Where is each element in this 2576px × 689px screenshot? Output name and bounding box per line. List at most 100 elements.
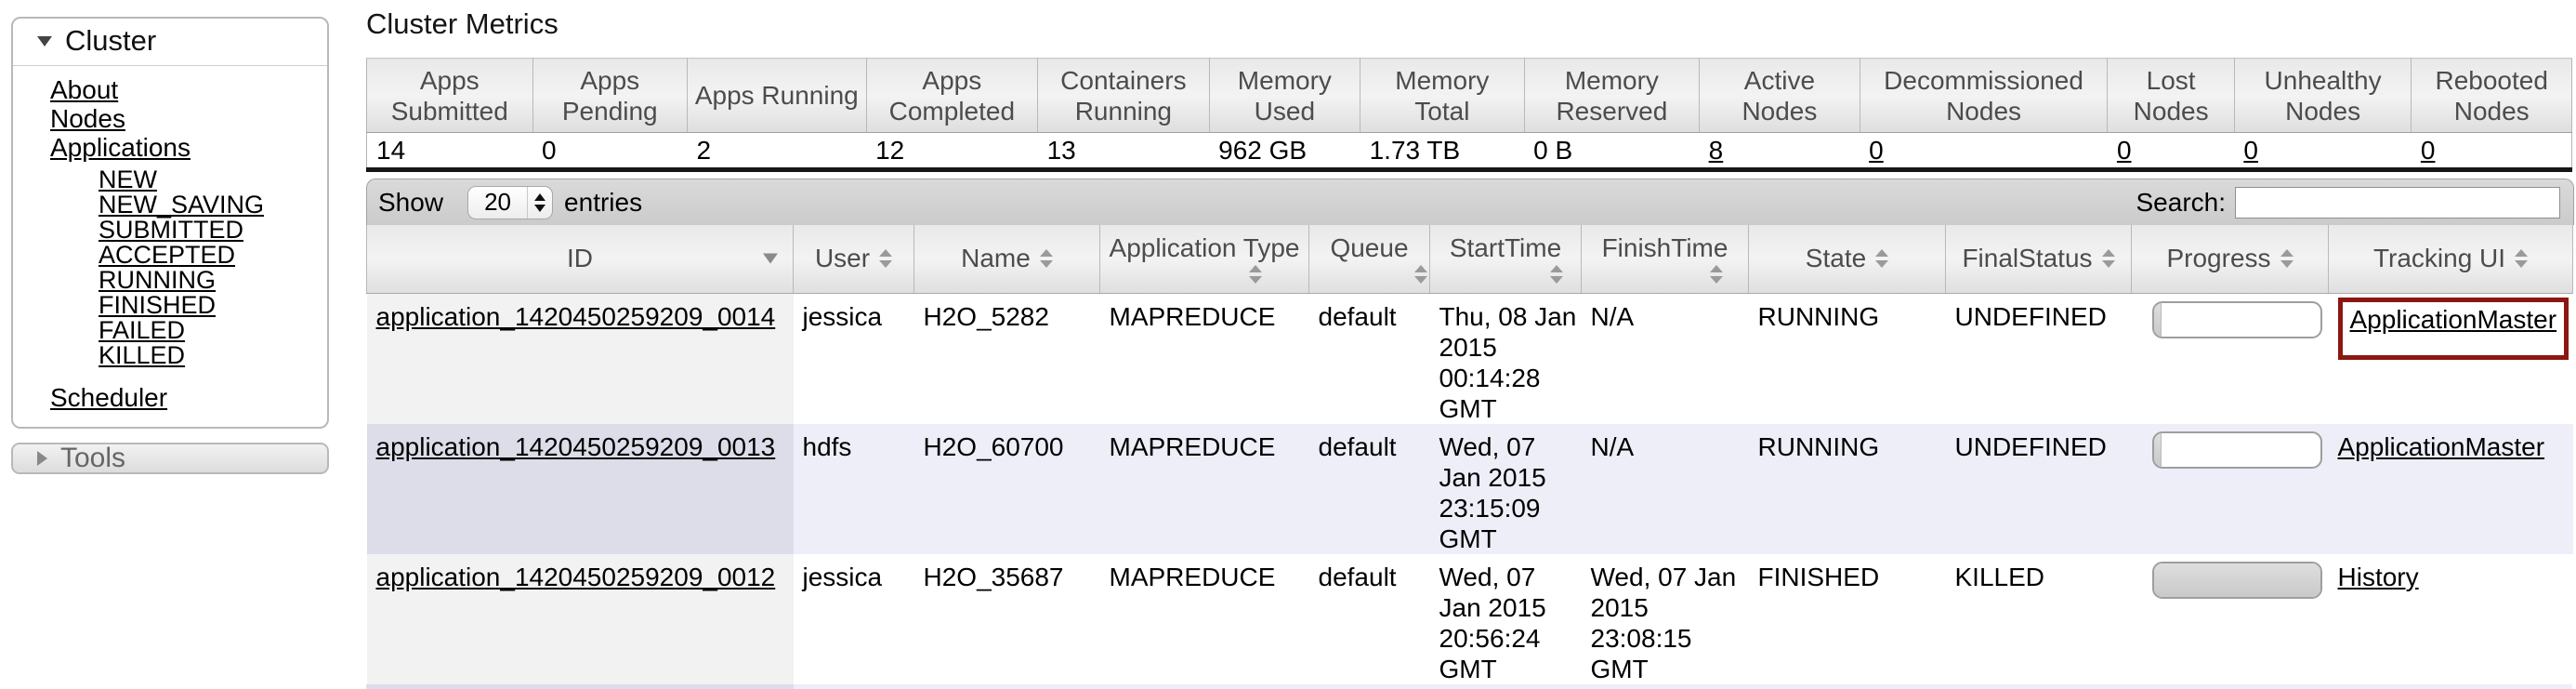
sidebar-item-failed[interactable]: FAILED xyxy=(99,316,185,344)
cell-application-type: MAPREDUCE xyxy=(1100,293,1309,424)
sidebar-item-submitted[interactable]: SUBMITTED xyxy=(99,216,243,244)
sidebar-item-new[interactable]: NEW xyxy=(99,166,157,193)
column-header-finalstatus[interactable]: FinalStatus xyxy=(1946,225,2132,293)
sort-both-icon xyxy=(2280,249,2293,268)
sidebar-item-running[interactable]: RUNNING xyxy=(99,266,216,294)
sidebar-item-killed[interactable]: KILLED xyxy=(99,341,185,369)
application-id-link[interactable]: application_1420450259209_0013 xyxy=(376,432,776,461)
metric-link-active-nodes[interactable]: 8 xyxy=(1709,136,1724,165)
cell-user: jessica xyxy=(794,554,914,684)
sidebar-item-nodes[interactable]: Nodes xyxy=(50,104,125,133)
sort-both-icon xyxy=(1875,249,1888,268)
sidebar-item-applications[interactable]: Applications xyxy=(50,133,191,162)
application-id-link[interactable]: application_1420450259209_0014 xyxy=(376,302,776,331)
metric-header-apps-submitted: Apps Submitted xyxy=(367,59,533,133)
column-header-progress[interactable]: Progress xyxy=(2132,225,2329,293)
sort-both-icon xyxy=(879,249,892,268)
table-row: application_1420450259209_0014 jessica H… xyxy=(367,293,2573,424)
cell-starttime: Wed, 07 Jan 2015 23:15:09 GMT xyxy=(1430,424,1582,554)
sort-both-icon xyxy=(2102,249,2115,268)
tools-section-title: Tools xyxy=(60,443,125,474)
metric-header-rebooted-nodes: Rebooted Nodes xyxy=(2412,59,2572,133)
sidebar-item-about[interactable]: About xyxy=(50,75,118,104)
page-size-select[interactable]: 20 xyxy=(467,186,553,219)
metric-value-memory-used: 962 GB xyxy=(1209,133,1360,170)
cluster-section-title: Cluster xyxy=(65,24,156,58)
cell-state: RUNNING xyxy=(1749,424,1946,554)
page-title: Cluster Metrics xyxy=(366,6,2574,43)
cell-name: H2O_60700 xyxy=(914,424,1100,554)
sidebar-item-scheduler[interactable]: Scheduler xyxy=(50,383,167,412)
cell-user: jessica xyxy=(794,293,914,424)
sidebar-item-finished[interactable]: FINISHED xyxy=(99,291,216,319)
column-header-application-type[interactable]: Application Type xyxy=(1100,225,1309,293)
cell-queue: default xyxy=(1309,554,1430,684)
show-label: Show xyxy=(378,188,443,218)
metric-value-containers-running: 13 xyxy=(1038,133,1210,170)
cluster-section-header[interactable]: Cluster xyxy=(13,19,327,66)
metric-link-unhealthy-nodes[interactable]: 0 xyxy=(2243,136,2258,165)
cell-application-type: MAPREDUCE xyxy=(1100,554,1309,684)
search-input[interactable] xyxy=(2235,187,2560,219)
cell-finalstatus: KILLED xyxy=(1946,554,2132,684)
cell-finalstatus: UNDEFINED xyxy=(1946,293,2132,424)
table-toolbar: Show 20 entries Search: xyxy=(366,179,2574,225)
cell-finalstatus: UNDEFINED xyxy=(1946,424,2132,554)
metric-header-containers-running: Containers Running xyxy=(1038,59,1210,133)
column-header-tracking-ui[interactable]: Tracking UI xyxy=(2329,225,2573,293)
entries-label: entries xyxy=(564,188,642,218)
column-header-finishtime[interactable]: FinishTime xyxy=(1582,225,1749,293)
cell-application-type: MAPREDUCE xyxy=(1100,424,1309,554)
annotation-highlight-box: ApplicationMaster xyxy=(2338,298,2569,360)
cell-state: FINISHED xyxy=(1749,554,1946,684)
metric-header-unhealthy-nodes: Unhealthy Nodes xyxy=(2234,59,2412,133)
sort-both-icon xyxy=(1040,249,1053,268)
cell-user: hdfs xyxy=(794,424,914,554)
cell-queue: default xyxy=(1309,293,1430,424)
progress-bar xyxy=(2152,431,2322,469)
cluster-metrics-table: Apps Submitted Apps Pending Apps Running… xyxy=(366,58,2572,172)
stepper-icon xyxy=(528,193,552,212)
table-row-partial xyxy=(366,684,2572,689)
metric-header-apps-completed: Apps Completed xyxy=(866,59,1038,133)
metric-value-apps-running: 2 xyxy=(688,133,867,170)
column-header-id[interactable]: ID xyxy=(367,225,794,293)
column-header-name[interactable]: Name xyxy=(914,225,1100,293)
column-header-state[interactable]: State xyxy=(1749,225,1946,293)
metric-header-memory-used: Memory Used xyxy=(1209,59,1360,133)
applications-table: ID User Name Application Type Queue Star… xyxy=(366,225,2573,684)
tracking-ui-link[interactable]: ApplicationMaster xyxy=(2338,432,2545,461)
cell-finishtime: Wed, 07 Jan 2015 23:08:15 GMT xyxy=(1582,554,1749,684)
metric-link-lost-nodes[interactable]: 0 xyxy=(2117,136,2132,165)
metric-header-memory-total: Memory Total xyxy=(1360,59,1525,133)
search-label: Search: xyxy=(2136,188,2227,218)
metric-link-rebooted-nodes[interactable]: 0 xyxy=(2421,136,2436,165)
sort-desc-icon xyxy=(763,254,778,264)
page-size-value: 20 xyxy=(468,188,527,217)
metric-link-decommissioned-nodes[interactable]: 0 xyxy=(1869,136,1884,165)
column-header-user[interactable]: User xyxy=(794,225,914,293)
metric-value-apps-completed: 12 xyxy=(866,133,1038,170)
expand-arrow-icon xyxy=(37,451,47,466)
column-header-starttime[interactable]: StartTime xyxy=(1430,225,1582,293)
metric-value-memory-reserved: 0 B xyxy=(1524,133,1700,170)
tracking-ui-link[interactable]: ApplicationMaster xyxy=(2350,305,2557,334)
tracking-ui-link[interactable]: History xyxy=(2338,563,2419,591)
metric-header-active-nodes: Active Nodes xyxy=(1700,59,1860,133)
column-header-queue[interactable]: Queue xyxy=(1309,225,1430,293)
tools-section-header[interactable]: Tools xyxy=(11,443,329,474)
sidebar-item-new-saving[interactable]: NEW_SAVING xyxy=(99,191,264,219)
sidebar-item-accepted[interactable]: ACCEPTED xyxy=(99,241,235,269)
progress-bar xyxy=(2152,562,2322,599)
metric-header-decommissioned-nodes: Decommissioned Nodes xyxy=(1860,59,2108,133)
metric-header-apps-pending: Apps Pending xyxy=(532,59,687,133)
progress-bar xyxy=(2152,301,2322,338)
cell-starttime: Wed, 07 Jan 2015 20:56:24 GMT xyxy=(1430,554,1582,684)
cell-finishtime: N/A xyxy=(1582,424,1749,554)
application-id-link[interactable]: application_1420450259209_0012 xyxy=(376,563,776,591)
metric-header-apps-running: Apps Running xyxy=(688,59,867,133)
cell-starttime: Thu, 08 Jan 2015 00:14:28 GMT xyxy=(1430,293,1582,424)
sort-both-icon xyxy=(2515,249,2528,268)
table-row: application_1420450259209_0012 jessica H… xyxy=(367,554,2573,684)
sort-both-icon xyxy=(1414,265,1427,284)
